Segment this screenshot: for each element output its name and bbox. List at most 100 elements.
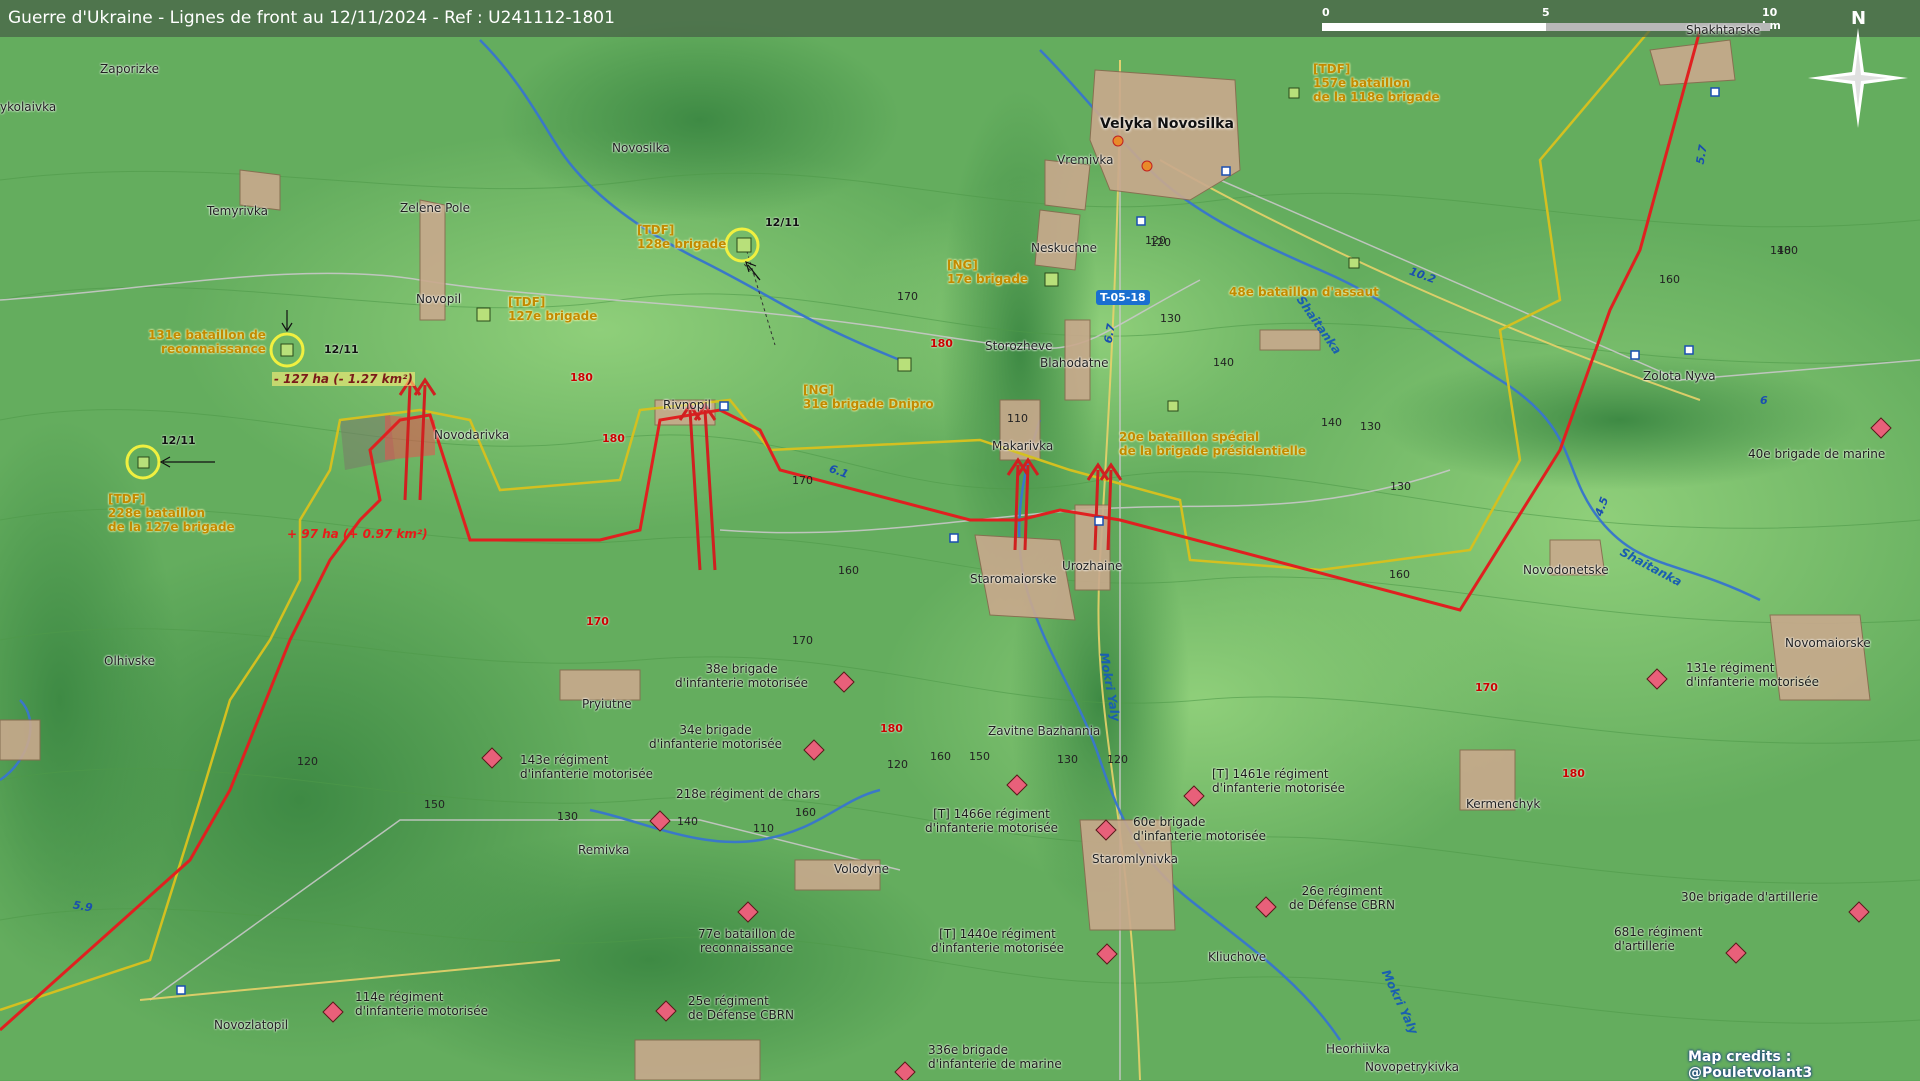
scale-label-0: 0 [1322,6,1330,19]
ru-unit-label: 34e brigade d'infanterie motorisée [649,723,782,751]
town-label: Novosilka [612,141,670,155]
town-label: Zelene Pole [400,201,470,215]
ua-unit-label: [TDF] 157e bataillon de la 118e brigade [1313,62,1440,104]
ua-unit-label: [TDF] 127e brigade [508,295,598,323]
elevation-label: 170 [897,290,918,303]
town-label: Staromaiorske [970,572,1057,586]
road-tag: T-05-18 [1096,290,1150,305]
town-label: Shakhtarske [1686,23,1761,37]
elevation-label: 160 [838,564,859,577]
ru-unit-label: 77e bataillon de reconnaissance [698,927,796,955]
elevation-label: 130 [1390,480,1411,493]
elevation-label: 130 [557,810,578,823]
ru-unit-label: 38e brigade d'infanterie motorisée [675,662,808,690]
elevation-marker: 180 [880,722,903,735]
ru-unit-label: 681e régiment d'artillerie [1614,925,1703,953]
elevation-label: 120 [297,755,318,768]
ua-unit-label: [TDF] 228e bataillon de la 127e brigade [108,492,235,534]
town-label: Temyrivka [207,204,268,218]
ru-unit-label: [T] 1466e régiment d'infanterie motorisée [925,807,1058,835]
town-label: Novodarivka [434,428,510,442]
ru-unit-label: [T] 1461e régiment d'infanterie motorisée [1212,767,1345,795]
town-label: Kermenchyk [1466,797,1541,811]
town-label: Remivka [578,843,630,857]
ua-unit-label: 48e bataillon d'assaut [1229,285,1379,299]
area-gain-label: + 97 ha (+ 0.97 km²) [287,527,428,541]
elevation-label: 110 [1007,412,1028,425]
elevation-label: 120 [887,758,908,771]
town-label: Volodyne [834,862,890,876]
town-label: Novopil [416,292,462,306]
ru-unit-label: 60e brigade d'infanterie motorisée [1133,815,1266,843]
ru-unit-label: 40e brigade de marine [1748,447,1886,461]
town-label: Vremivka [1057,153,1114,167]
town-label: Novodonetske [1523,563,1609,577]
town-velyka-novosilka: Velyka Novosilka [1100,116,1234,132]
ru-unit-label: 30e brigade d'artillerie [1681,890,1819,904]
town-label: Kliuchove [1208,950,1267,964]
ua-unit-label: 131e bataillon de reconnaissance [148,328,266,356]
ru-unit-label: 143e régiment d'infanterie motorisée [520,753,653,781]
town-label: Storozheve [985,339,1053,353]
elevation-label: 150 [969,750,990,763]
map-credits: Map credits : @Pouletvolant3 [1688,1049,1813,1081]
town-label: Zaporizke [100,62,160,76]
elevation-label: 130 [1360,420,1381,433]
town-label: Zolota Nyva [1643,369,1716,383]
town-label: ykolaivka [0,100,57,114]
ru-unit-label: 131e régiment d'infanterie motorisée [1686,661,1819,689]
elevation-label: 140 [677,815,698,828]
elevation-label: 150 [424,798,445,811]
town-label: Makarivka [992,439,1054,453]
town-label: Neskuchne [1031,241,1097,255]
town-label: Staromlynivka [1092,852,1178,866]
elevation-label: 170 [792,634,813,647]
elevation-label: 160 [1389,568,1410,581]
town-label: Pryiutne [582,697,632,711]
elevation-label: 170 [792,474,813,487]
ru-unit-label: 218e régiment de chars [676,787,820,801]
ru-unit-label: 26e régiment de Défense CBRN [1289,884,1396,912]
ua-unit-label: [NG] 31e brigade Dnipro [803,383,934,411]
elevation-label: 160 [795,806,816,819]
ru-unit-label: 336e brigade d'infanterie de marine [928,1043,1062,1071]
scale-segment-1 [1322,23,1546,31]
elevation-label: 130 [1160,312,1181,325]
map-title: Guerre d'Ukraine - Lignes de front au 12… [8,8,615,28]
elevation-marker: 170 [586,615,609,628]
date-label: 12/11 [765,216,800,229]
elevation-label: 120 [1107,753,1128,766]
ru-unit-label: [T] 1440e régiment d'infanterie motorisée [931,927,1064,955]
elevation-label: 140 [1213,356,1234,369]
date-label: 12/11 [161,434,196,447]
town-label: Novomaiorske [1785,636,1871,650]
elevation-label: 120 [1150,236,1171,249]
elevation-label: 140 [1321,416,1342,429]
road-number: 6 [1760,394,1768,407]
town-label: Blahodatne [1040,356,1109,370]
elevation-label: 130 [1057,753,1078,766]
elevation-marker: 180 [1562,767,1585,780]
elevation-label: 160 [930,750,951,763]
scale-label-5: 5 [1542,6,1550,19]
town-label: Novozlatopil [214,1018,289,1032]
ru-unit-label: 25e régiment de Défense CBRN [688,994,795,1022]
ua-unit-label: [NG] 17e brigade [947,258,1029,286]
elevation-label: 140 [1770,244,1791,257]
ua-unit-label: [TDF] 128e brigade [637,223,727,251]
ua-unit-label: 20e bataillon spécial de la brigade prési… [1119,430,1307,458]
ru-unit-label: 114e régiment d'infanterie motorisée [355,990,488,1018]
elevation-marker: 170 [1475,681,1498,694]
north-label: N [1851,8,1867,29]
town-label: Urozhaine [1062,559,1123,573]
town-label: Heorhiivka [1326,1042,1390,1056]
town-label: Zavitne Bazhannia [988,724,1101,738]
elevation-marker: 180 [930,337,953,350]
elevation-label: 160 [1659,273,1680,286]
town-label: Rivnopil [663,398,712,412]
area-loss-label: - 127 ha (- 1.27 km²) [272,372,415,386]
elevation-label: 110 [753,822,774,835]
date-label: 12/11 [324,343,359,356]
north-arrow: N [1808,6,1908,128]
compass-star-icon [1808,28,1908,128]
